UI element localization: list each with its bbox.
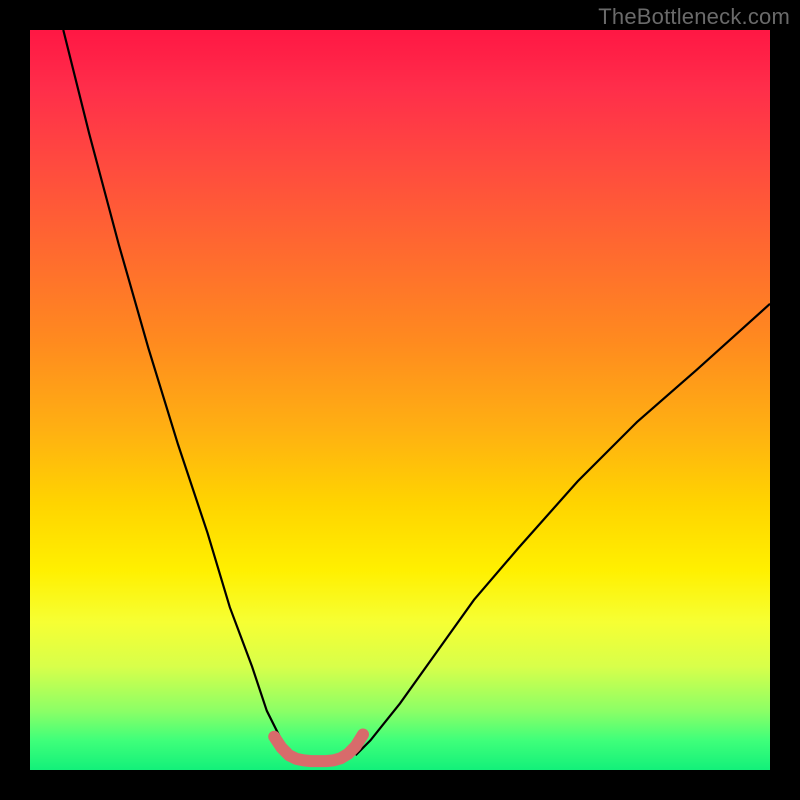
watermark-text: TheBottleneck.com	[598, 4, 790, 30]
right-ascending-curve	[356, 304, 770, 755]
chart-frame: TheBottleneck.com	[0, 0, 800, 800]
bottom-bridge-marker	[274, 735, 363, 762]
curve-layer	[30, 30, 770, 770]
left-descending-curve	[63, 30, 292, 755]
plot-area	[30, 30, 770, 770]
